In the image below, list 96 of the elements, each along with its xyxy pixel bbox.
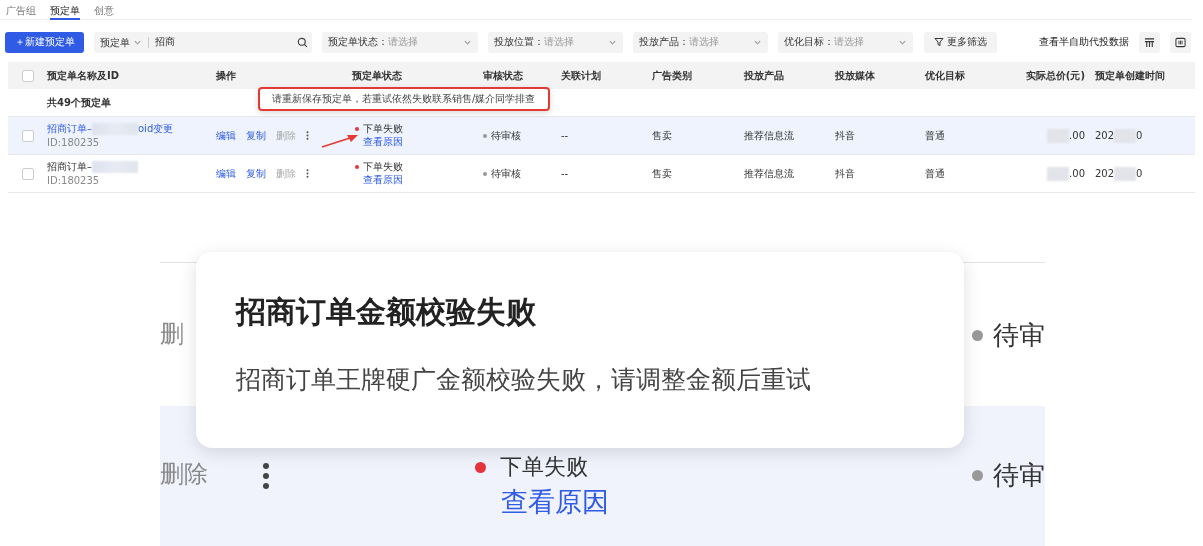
tab[interactable]: 广告组: [6, 2, 36, 18]
status-text: 下单失败: [500, 453, 588, 481]
table-cell: 普通: [925, 128, 945, 143]
create-button[interactable]: ＋新建预定单: [5, 31, 84, 53]
date-cell: 202: [1095, 130, 1115, 141]
filter-dropdown[interactable]: 投放产品：请选择: [633, 31, 768, 53]
error-dot-icon: [355, 126, 359, 131]
status-dot-icon: [483, 133, 487, 138]
reason-link[interactable]: 查看原因: [501, 484, 609, 520]
action-link[interactable]: 复制: [246, 128, 266, 143]
popover-title: 招商订单金额校验失败: [236, 293, 537, 331]
filter-dropdown[interactable]: 预定单状态：请选择: [322, 31, 478, 53]
error-dot-icon: [355, 164, 359, 169]
table-cell: --: [561, 168, 569, 179]
reason-link[interactable]: 查看原因: [363, 173, 403, 187]
funnel-icon: [934, 37, 944, 47]
redaction-blur: [92, 161, 138, 173]
date-cell: 0: [1136, 130, 1143, 141]
filter-label: 优化目标：: [784, 35, 834, 49]
status-text: 下单失败: [363, 121, 403, 136]
date-cell: 0: [1136, 168, 1143, 179]
table-cell: 抖音: [835, 128, 855, 143]
status-dot-icon: [972, 330, 983, 341]
column-header: 投放媒体: [835, 68, 875, 83]
status-text: 下单失败: [363, 159, 403, 174]
table-cell: 售卖: [652, 128, 672, 143]
price-cell: .00: [1069, 130, 1085, 141]
action-link[interactable]: 复制: [246, 166, 266, 181]
filter-dropdown[interactable]: 投放位置：请选择: [488, 31, 623, 53]
checkbox[interactable]: [21, 69, 34, 82]
filter-label: 预定单状态：: [328, 35, 388, 49]
filter-label: 投放位置：: [494, 35, 544, 49]
placeholder-text: 请选择: [834, 35, 865, 49]
status-dot-icon: [972, 470, 983, 481]
action-link[interactable]: 删: [160, 318, 184, 350]
action-link[interactable]: 删除: [160, 458, 208, 490]
status-dot-icon: [483, 171, 487, 176]
redaction-blur: [1047, 166, 1070, 181]
column-header: 预定单状态: [352, 68, 402, 83]
data-link[interactable]: 查看半自助代投数据: [1039, 35, 1129, 49]
date-cell: 202: [1095, 168, 1115, 179]
column-header: 操作: [216, 68, 236, 83]
columns-icon: [1175, 36, 1186, 48]
placeholder-text: 请选择: [544, 35, 575, 49]
more-icon: [306, 169, 309, 178]
review-status: 待审: [993, 319, 1045, 352]
tab[interactable]: 预定单: [50, 2, 80, 20]
order-name[interactable]: 招商订单–: [47, 122, 92, 136]
sort-button[interactable]: [1139, 31, 1160, 53]
popover-message: 招商订单王牌硬广金额校验失败，请调整金额后重试: [236, 364, 812, 396]
scope-dropdown[interactable]: 预定单: [94, 36, 149, 48]
columns-button[interactable]: [1170, 31, 1191, 53]
order-name[interactable]: oid变更: [138, 122, 174, 136]
column-header: 实际总价(元): [1025, 68, 1085, 83]
error-dot-icon: [475, 461, 486, 473]
placeholder-text: 请选择: [689, 35, 720, 49]
checkbox[interactable]: [21, 129, 34, 142]
review-status: 待审核: [491, 128, 521, 143]
search-value: 招商: [154, 35, 176, 49]
column-header: 预定单创建时间: [1095, 68, 1165, 83]
error-hint: 请重新保存预定单，若重试依然失败联系销售/媒介同学排查: [272, 92, 536, 106]
filter-label: 投放产品：: [639, 35, 689, 49]
column-header: 关联计划: [561, 68, 601, 83]
redaction-blur: [1114, 166, 1137, 181]
action-link[interactable]: 编辑: [216, 128, 236, 143]
table-cell: 普通: [925, 166, 945, 181]
table-cell: 售卖: [652, 166, 672, 181]
checkbox[interactable]: [21, 167, 34, 180]
table-cell: --: [561, 130, 569, 141]
action-link[interactable]: 编辑: [216, 166, 236, 181]
search-field[interactable]: 预定单 招商: [94, 31, 312, 53]
column-header: 审核状态: [483, 68, 523, 83]
order-id: ID:180235: [47, 136, 100, 148]
reason-link[interactable]: 查看原因: [363, 135, 403, 149]
column-header: 广告类别: [652, 68, 692, 83]
review-status: 待审核: [491, 166, 521, 181]
order-count: 共49个预定单: [47, 95, 111, 110]
filter-dropdown[interactable]: 优化目标：请选择: [778, 31, 913, 53]
table-cell: 推荐信息流: [744, 166, 794, 181]
table-settings-icon: [1144, 36, 1155, 48]
order-name[interactable]: 招商订单–: [47, 160, 92, 174]
more-icon: [306, 131, 309, 140]
table-cell: 推荐信息流: [744, 128, 794, 143]
more-filters-button[interactable]: 更多筛选: [924, 31, 997, 53]
column-header: 预定单名称及ID: [47, 68, 120, 83]
placeholder-text: 请选择: [388, 35, 419, 49]
tab[interactable]: 创意: [94, 2, 114, 18]
price-cell: .00: [1069, 168, 1085, 179]
table-cell: 抖音: [835, 166, 855, 181]
annotation-arrow: [320, 133, 360, 149]
column-header: 优化目标: [925, 68, 965, 83]
order-id: ID:180235: [47, 174, 100, 186]
column-header: 投放产品: [744, 68, 784, 83]
review-status: 待审: [993, 459, 1045, 492]
search-icon: [297, 36, 308, 48]
more-icon: [262, 462, 270, 490]
